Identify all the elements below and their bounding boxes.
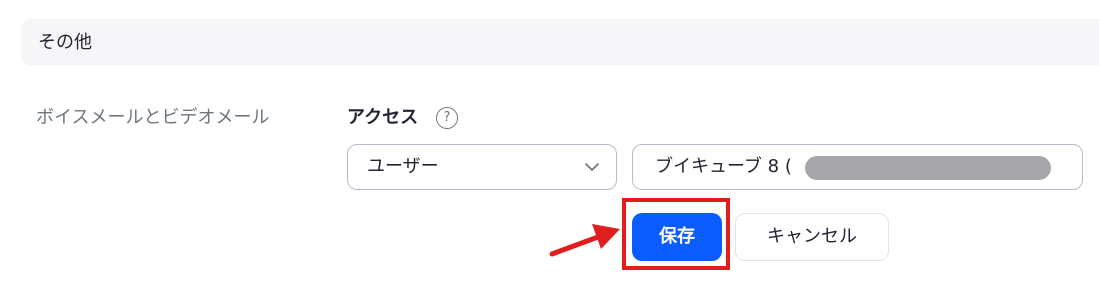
section-header-other: その他 [21, 19, 1099, 66]
section-title: その他 [38, 32, 92, 53]
help-icon[interactable]: ? [436, 107, 458, 129]
access-label: アクセス [347, 107, 419, 128]
access-type-value: ユーザー [367, 156, 439, 177]
save-button[interactable]: 保存 [632, 213, 722, 261]
user-search-field[interactable]: ブイキューブ 8 ( [632, 144, 1083, 190]
annotation-arrow-icon [549, 224, 620, 257]
chevron-down-icon [585, 163, 599, 171]
access-type-select[interactable]: ユーザー [347, 144, 617, 190]
redacted-email [805, 156, 1051, 180]
voicemail-videomail-label: ボイスメールとビデオメール [36, 107, 270, 128]
cancel-button[interactable]: キャンセル [735, 213, 889, 261]
selected-user-text: ブイキューブ 8 ( [655, 156, 792, 177]
